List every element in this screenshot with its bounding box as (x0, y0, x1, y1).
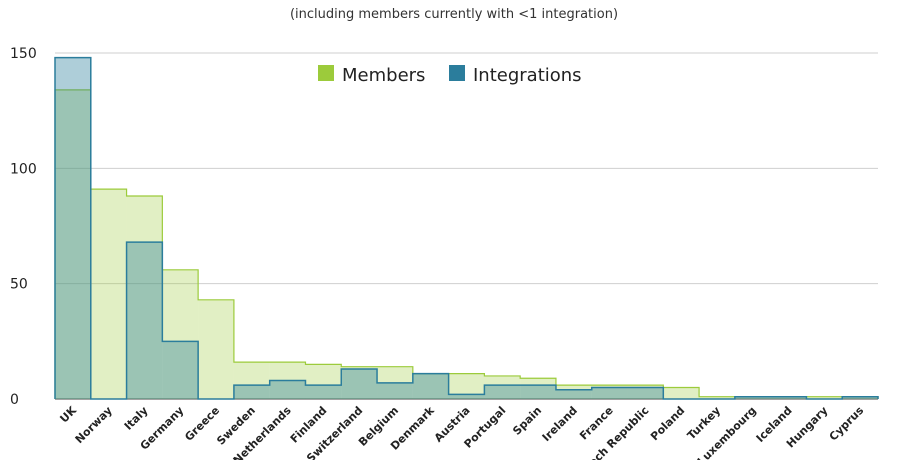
chart: 0 50 100 150 UKNorway ItalyGermanyGreeceSwed… (10, 46, 879, 460)
legend-label-members: Members (342, 65, 425, 86)
step-integrations (269, 380, 306, 399)
y-tick-label: 150 (10, 46, 37, 62)
series-integrations (54, 56, 879, 400)
x-tick-label: Ireland (540, 404, 580, 444)
step-members (198, 299, 234, 399)
legend-swatch-integrations (449, 65, 465, 81)
step-integrations (162, 341, 199, 399)
step-integrations (555, 389, 592, 399)
y-axis: 0 50 100 150 (10, 46, 37, 408)
step-members (663, 387, 700, 399)
x-tick-label: UK (57, 404, 79, 426)
y-tick-label: 50 (10, 277, 28, 293)
x-axis: UKNorway ItalyGermanyGreeceSwedenNetherla… (57, 403, 866, 460)
x-tick-label: Italy (122, 404, 151, 433)
y-tick-label: 100 (10, 161, 37, 177)
x-tick-label: Spain (510, 404, 544, 438)
step-integrations (233, 385, 270, 399)
legend-swatch-members (318, 65, 334, 81)
step-integrations (520, 385, 556, 399)
series-layer (54, 56, 879, 400)
step-integrations (305, 385, 342, 399)
x-tick-label: Norway (73, 404, 115, 446)
legend: Members Integrations (318, 65, 582, 86)
step-integrations (341, 369, 378, 399)
legend-label-integrations: Integrations (473, 65, 582, 86)
step-integrations (591, 387, 628, 399)
step-integrations (377, 382, 413, 399)
step-integrations (484, 385, 521, 399)
step-integrations (126, 242, 163, 399)
y-tick-label: 0 (10, 392, 19, 408)
step-integrations (412, 373, 449, 399)
step-members (90, 189, 127, 399)
x-tick-label: Cyprus (827, 404, 867, 444)
x-tick-label: Poland (648, 404, 687, 443)
step-integrations (627, 387, 664, 399)
step-integrations (55, 57, 91, 399)
